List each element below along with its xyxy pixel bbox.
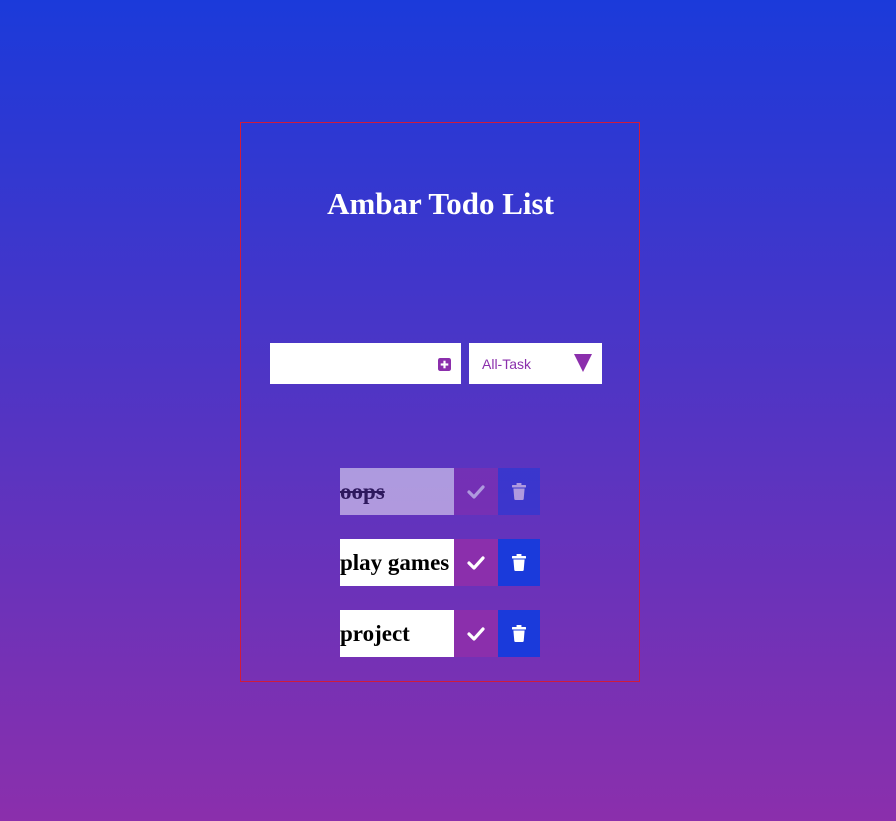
filter-selected-value: All-Task [482, 356, 532, 372]
todo-item-text: oops [340, 468, 454, 515]
todo-item-text: project [340, 610, 454, 657]
complete-button[interactable] [454, 539, 498, 586]
trash-icon [512, 554, 526, 571]
trash-icon [512, 625, 526, 642]
todo-item: oops [340, 468, 540, 515]
filter-select[interactable]: All-Task [469, 343, 602, 384]
todo-input[interactable] [270, 343, 430, 384]
todo-list: oops play games project [340, 468, 540, 681]
add-todo-button[interactable] [432, 353, 456, 375]
todo-item: play games [340, 539, 540, 586]
plus-square-icon [437, 357, 451, 371]
delete-button[interactable] [498, 468, 540, 515]
delete-button[interactable] [498, 539, 540, 586]
check-icon [467, 555, 485, 570]
todo-item-text: play games [340, 539, 454, 586]
complete-button[interactable] [454, 468, 498, 515]
todo-item: project [340, 610, 540, 657]
trash-icon [512, 483, 526, 500]
todo-input-wrapper [270, 343, 461, 384]
delete-button[interactable] [498, 610, 540, 657]
app-title: Ambar Todo List [327, 186, 554, 221]
check-icon [467, 484, 485, 499]
complete-button[interactable] [454, 610, 498, 657]
check-icon [467, 626, 485, 641]
caret-down-icon [574, 354, 592, 372]
